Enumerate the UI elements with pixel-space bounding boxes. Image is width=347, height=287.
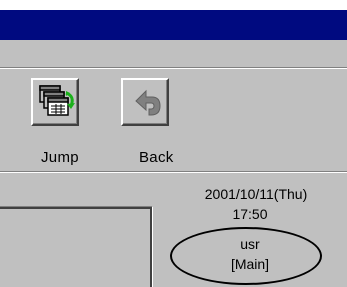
back-button[interactable] xyxy=(121,78,169,126)
main-panel xyxy=(0,207,152,287)
status-date: 2001/10/11(Thu) xyxy=(204,186,308,202)
status-mode: [Main] xyxy=(230,256,270,272)
menu-strip xyxy=(0,40,347,69)
back-label: Back xyxy=(139,149,174,166)
status-time: 17:50 xyxy=(232,206,268,222)
jump-windows-icon xyxy=(39,85,75,116)
toolbar-separator xyxy=(0,171,347,173)
toolbar: Jump Back xyxy=(0,70,347,172)
title-bar xyxy=(0,10,347,40)
jump-button[interactable] xyxy=(31,78,79,126)
top-edge xyxy=(0,0,347,10)
jump-label: Jump xyxy=(41,149,79,166)
status-user: usr xyxy=(240,236,260,252)
back-arrow-icon xyxy=(135,89,161,116)
